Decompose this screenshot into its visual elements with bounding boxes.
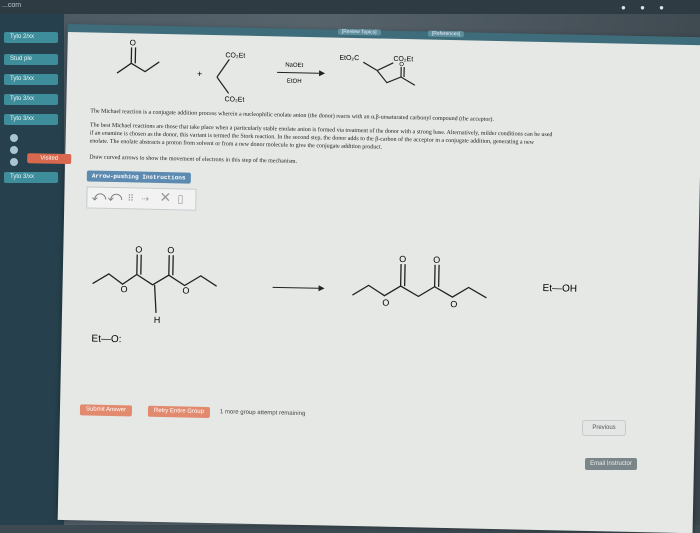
product-enolate	[352, 263, 487, 298]
ester-o-left: O	[120, 284, 127, 294]
question-panel: [Review Topics] [References] O + CO₂Et C…	[58, 26, 700, 533]
browser-icons: ● ● ●	[621, 3, 670, 12]
arrow-pushing-instructions-button[interactable]: Arrow-pushing Instructions	[87, 170, 191, 183]
nav-item-2[interactable]: Stud ple	[4, 54, 58, 65]
product-o-right: O	[433, 255, 440, 265]
product-molecule	[363, 62, 415, 85]
arrow-head	[318, 285, 324, 291]
ester-label-bottom: CO₂Et	[224, 96, 244, 103]
delete-icon[interactable]: ✕	[159, 191, 171, 207]
browser-url[interactable]: ...com	[2, 2, 21, 9]
reactant-diester	[92, 254, 217, 315]
reagent-base: NaOEt	[285, 63, 303, 69]
reaction-arrow	[277, 72, 319, 73]
carbonyl-o-right: O	[167, 245, 174, 255]
product-ester-left: EtO₂C	[339, 55, 359, 62]
curved-arrow-double-icon[interactable]: ⤺	[91, 190, 106, 206]
ester-label-top: CO₂Et	[225, 52, 245, 59]
dots-icon[interactable]: ⠿	[127, 190, 134, 206]
atom-o: O	[130, 38, 136, 47]
arrow-icon[interactable]: ⇢	[141, 191, 149, 207]
ethoxide-ion: Et—O:	[91, 334, 121, 346]
trash-icon[interactable]: ▯	[177, 191, 183, 207]
product-o-left: O	[399, 254, 406, 264]
instruction-text: Draw curved arrows to show the movement …	[89, 154, 674, 174]
ester-o-right: O	[182, 285, 189, 295]
retry-group-button[interactable]: Retry Entire Group	[148, 406, 210, 418]
reagent-solvent: EtOH	[287, 79, 302, 85]
mechanism-arrow	[273, 287, 319, 288]
nav-item-1[interactable]: Tyto 2/xx	[4, 32, 58, 43]
product-ester-o-right: O	[450, 299, 457, 309]
visited-tag: Visited	[27, 153, 71, 164]
review-topics-link[interactable]: [Review Topics]	[338, 29, 381, 36]
attempts-remaining-text: 1 more group attempt remaining	[220, 409, 305, 417]
acceptor-molecule	[117, 47, 160, 74]
submit-answer-button[interactable]: Submit Answer	[80, 404, 132, 416]
status-icon	[10, 134, 18, 142]
arrow-head	[319, 70, 325, 76]
nav-item-5[interactable]: Tyto 3/xx	[4, 114, 58, 125]
carbonyl-o-left: O	[135, 244, 142, 254]
previous-button[interactable]: Previous	[582, 420, 626, 436]
screen: ...com ● ● ● Tyto 2/xx Stud ple Tyto 3/x…	[0, 0, 700, 525]
status-icon	[10, 158, 18, 166]
acidic-h: H	[154, 315, 161, 325]
nav-item-4[interactable]: Tyto 3/xx	[4, 94, 58, 105]
product-ester-o-left: O	[382, 298, 389, 308]
plus-sign: +	[197, 69, 202, 79]
product-carbonyl-o: O	[399, 62, 404, 68]
nav-item-3[interactable]: Tyto 3/xx	[4, 74, 58, 85]
drawing-toolbar: ⤺ ⤺ ⠿ ⇢ ✕ ▯	[86, 186, 196, 210]
status-icon	[10, 146, 18, 154]
malonate-molecule	[217, 59, 230, 93]
left-navigation: Tyto 2/xx Stud ple Tyto 3/xx Tyto 3/xx T…	[0, 14, 64, 525]
email-instructor-button[interactable]: Email Instructor	[585, 458, 637, 470]
ethanol-product: Et—OH	[542, 283, 577, 295]
nav-item-6[interactable]: Tyto 3/xx	[4, 172, 58, 183]
mechanism-canvas[interactable]: O O O O H Et—O: O O O O Et—OH	[61, 211, 684, 364]
references-link[interactable]: [References]	[428, 31, 464, 38]
browser-bar: ...com ● ● ●	[0, 0, 700, 14]
curved-arrow-single-icon[interactable]: ⤺	[107, 190, 122, 206]
